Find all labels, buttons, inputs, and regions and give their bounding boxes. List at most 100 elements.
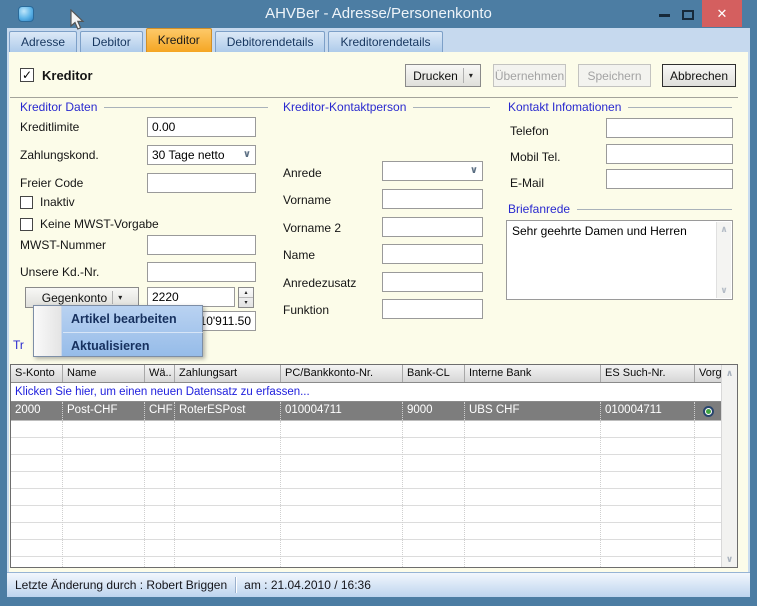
vorname-field[interactable] [382, 189, 483, 209]
abbrechen-button[interactable]: Abbrechen [662, 64, 736, 87]
window-title: AHVBer - Adresse/Personenkonto [0, 0, 757, 28]
table-empty-area[interactable] [11, 421, 721, 567]
vorname2-field[interactable] [382, 217, 483, 237]
scroll-up-icon[interactable]: ∧ [720, 224, 727, 235]
status-divider [235, 577, 236, 593]
anrede-select[interactable]: ∨ [382, 161, 483, 181]
check-icon: ✓ [22, 68, 32, 82]
col-s-konto[interactable]: S-Konto [11, 365, 63, 382]
briefanrede-textarea[interactable]: Sehr geehrte Damen und Herren ∧ ∨ [506, 220, 733, 300]
record-status-icon [703, 406, 714, 417]
col-zahlungsart[interactable]: Zahlungsart [175, 365, 281, 382]
kreditor-daten-title-text: Kreditor Daten [20, 100, 97, 114]
kreditor-checkbox-label: Kreditor [42, 68, 93, 83]
col-es-such-nr[interactable]: ES Such-Nr. [601, 365, 695, 382]
uebernehmen-button[interactable]: Übernehmen [493, 64, 566, 87]
telefon-field[interactable] [606, 118, 733, 138]
tab-kreditor[interactable]: Kreditor [146, 28, 212, 52]
table-scrollbar[interactable]: ∧ ∨ [721, 365, 737, 567]
spinner-up-icon[interactable]: ▴ [239, 288, 253, 298]
cell-interne-bank: UBS CHF [465, 402, 601, 420]
col-waehrung[interactable]: Wä.. [145, 365, 175, 382]
chevron-down-icon: ∨ [470, 166, 478, 176]
col-pc-bankkonto[interactable]: PC/Bankkonto-Nr. [281, 365, 403, 382]
gegenkonto-field[interactable]: 2220 [147, 287, 235, 307]
col-name[interactable]: Name [63, 365, 145, 382]
mwst-nummer-label: MWST-Nummer [20, 238, 106, 252]
anredezusatz-field[interactable] [382, 272, 483, 292]
kontakt-info-title-rule [628, 107, 732, 108]
tab-kreditorendetails[interactable]: Kreditorendetails [328, 31, 442, 52]
tab-debitorendetails[interactable]: Debitorendetails [215, 31, 326, 52]
kreditlimite-field[interactable]: 0.00 [147, 117, 256, 137]
speichern-button[interactable]: Speichern [578, 64, 651, 87]
gegenkonto-button-label: Gegenkonto [42, 291, 107, 305]
unsere-kdnr-field[interactable] [147, 262, 256, 282]
kreditor-daten-title-rule [104, 107, 268, 108]
status-last-change: Letzte Änderung durch : Robert Briggen [15, 578, 227, 592]
kontaktperson-title-text: Kreditor-Kontaktperson [283, 100, 406, 114]
vorname2-label: Vorname 2 [283, 221, 341, 235]
mobil-field[interactable] [606, 144, 733, 164]
vorname-label: Vorname [283, 193, 331, 207]
scroll-down-icon[interactable]: ∨ [720, 285, 727, 296]
empty-col [145, 421, 175, 567]
anrede-label: Anrede [283, 166, 322, 180]
empty-col [465, 421, 601, 567]
minimize-button[interactable] [655, 8, 673, 22]
funktion-field[interactable] [382, 299, 483, 319]
kontaktperson-section-title: Kreditor-Kontaktperson [283, 100, 490, 114]
gegenkonto-split-divider [112, 291, 113, 304]
cell-zahlungsart: RoterESPost [175, 402, 281, 420]
drucken-button[interactable]: Drucken ▾ [405, 64, 481, 87]
empty-col [403, 421, 465, 567]
kontaktperson-title-rule [413, 107, 490, 108]
new-record-row[interactable]: Klicken Sie hier, um einen neuen Datensa… [11, 383, 721, 402]
inaktiv-checkbox[interactable] [20, 196, 33, 209]
empty-col [175, 421, 281, 567]
name-field[interactable] [382, 244, 483, 264]
freier-code-field[interactable] [147, 173, 256, 193]
kontakt-info-title-text: Kontakt Infomationen [508, 100, 621, 114]
close-button[interactable]: ✕ [702, 0, 742, 27]
gegenkonto-spinner[interactable]: ▴ ▾ [238, 287, 254, 308]
maximize-button[interactable] [679, 8, 697, 22]
mouse-cursor-icon [70, 9, 86, 31]
briefanrede-text: Sehr geehrte Damen und Herren [512, 224, 687, 238]
col-interne-bank[interactable]: Interne Bank [465, 365, 601, 382]
email-field[interactable] [606, 169, 733, 189]
kreditor-checkbox[interactable]: ✓ [20, 68, 34, 82]
email-label: E-Mail [510, 176, 544, 190]
col-vorg[interactable]: Vorg.. [695, 365, 721, 382]
empty-col [63, 421, 145, 567]
scroll-down-icon[interactable]: ∨ [722, 551, 737, 567]
tab-debitor[interactable]: Debitor [80, 31, 143, 52]
chevron-down-icon: ∨ [243, 150, 251, 160]
title-bar[interactable]: AHVBer - Adresse/Personenkonto [0, 0, 757, 28]
cell-bank-cl: 9000 [403, 402, 465, 420]
anredezusatz-label: Anredezusatz [283, 276, 356, 290]
kreditlimite-label: Kreditlimite [20, 120, 79, 134]
menu-item-artikel-bearbeiten[interactable]: Artikel bearbeiten [63, 306, 203, 332]
tab-adresse[interactable]: Adresse [9, 31, 77, 52]
briefanrede-title-text: Briefanrede [508, 202, 570, 216]
mwst-nummer-field[interactable] [147, 235, 256, 255]
cell-s-konto: 2000 [11, 402, 63, 420]
cell-name: Post-CHF [63, 402, 145, 420]
uebernehmen-button-label: Übernehmen [495, 69, 564, 83]
unsere-kdnr-label: Unsere Kd.-Nr. [20, 265, 99, 279]
speichern-button-label: Speichern [587, 69, 641, 83]
briefanrede-scrollbar[interactable]: ∧ ∨ [716, 222, 731, 298]
minimize-icon [659, 14, 670, 17]
menu-item-aktualisieren[interactable]: Aktualisieren [63, 332, 203, 358]
spinner-down-icon[interactable]: ▾ [239, 298, 253, 307]
cell-vorg [695, 402, 721, 420]
covered-section-label: Tr [13, 338, 24, 352]
empty-col [695, 421, 721, 567]
scroll-up-icon[interactable]: ∧ [722, 365, 737, 381]
table-row-selected[interactable]: 2000 Post-CHF CHF RoterESPost 010004711 … [11, 402, 721, 421]
context-menu-gutter [34, 306, 62, 356]
keine-mwst-checkbox[interactable] [20, 218, 33, 231]
zahlungskond-select[interactable]: 30 Tage netto ∨ [147, 145, 256, 165]
col-bank-cl[interactable]: Bank-CL [403, 365, 465, 382]
